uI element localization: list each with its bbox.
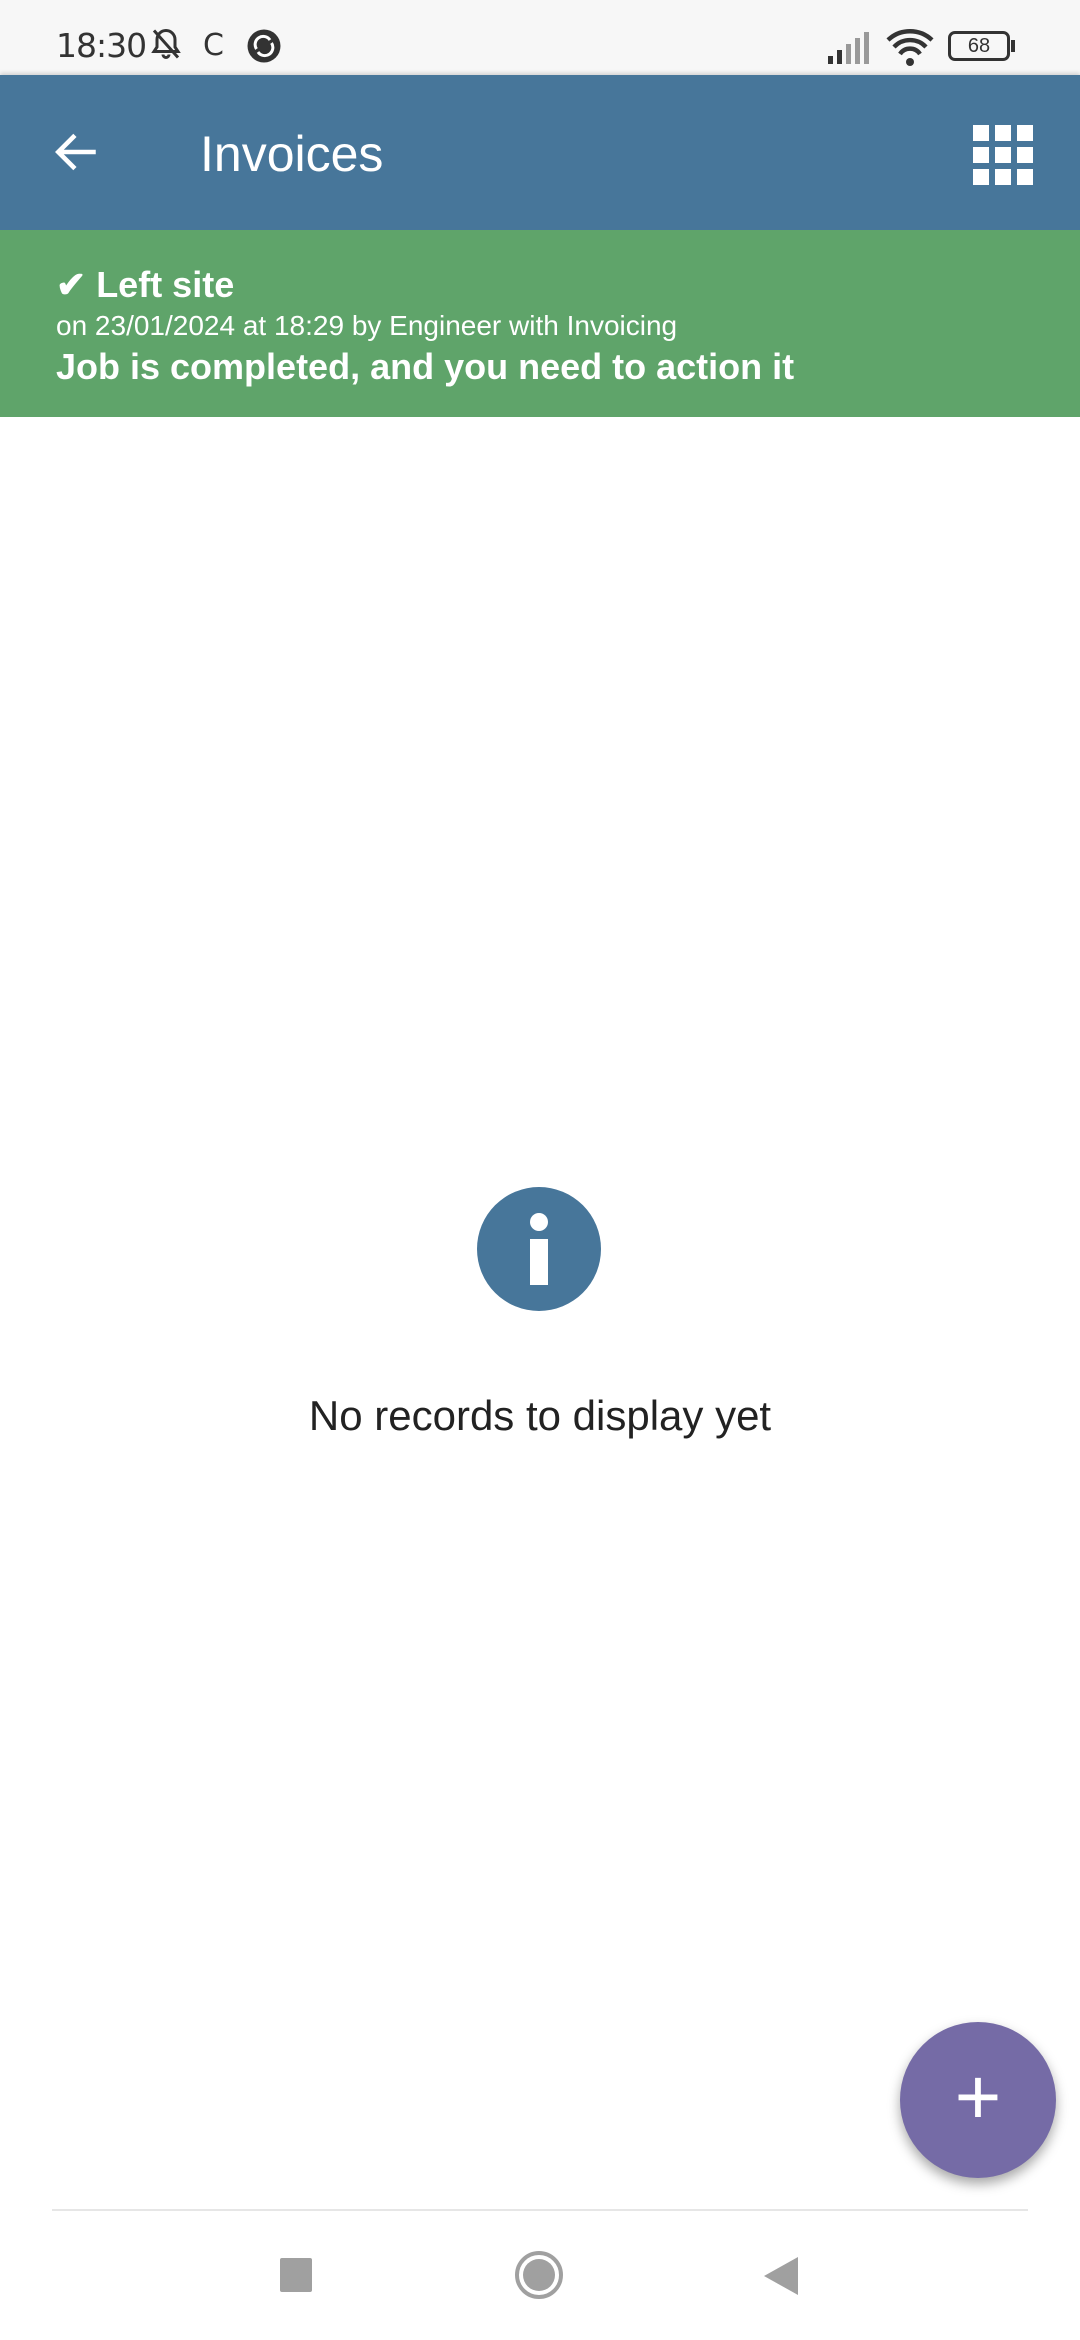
add-invoice-button[interactable]: + <box>900 2022 1056 2178</box>
status-detail: on 23/01/2024 at 18:29 by Engineer with … <box>56 310 678 341</box>
info-icon <box>477 1187 601 1311</box>
page-title: Invoices <box>200 126 384 182</box>
grid-icon[interactable] <box>973 125 1033 185</box>
bell-off-icon <box>151 28 181 59</box>
empty-state-text: No records to display yet <box>308 1392 772 1439</box>
arrow-left-icon[interactable] <box>52 127 102 177</box>
app-icon <box>247 29 281 63</box>
status-bar: 18:30 C 68 <box>0 0 1080 75</box>
check-icon: ✔ <box>56 264 87 305</box>
home-button[interactable] <box>515 2251 563 2299</box>
back-button[interactable] <box>764 2257 798 2295</box>
battery-level: 68 <box>967 35 991 57</box>
recents-button[interactable] <box>280 2258 312 2292</box>
job-status-banner: ✔ Left site on 23/01/2024 at 18:29 by En… <box>0 230 1080 417</box>
carrier-icon: C <box>203 28 224 63</box>
status-time: 18:30 <box>56 26 147 65</box>
signal-icon <box>828 32 869 64</box>
status-message: Job is completed, and you need to action… <box>56 346 795 387</box>
battery-tip <box>1011 40 1015 52</box>
status-label: Left site <box>96 264 235 305</box>
wifi-icon <box>886 29 934 66</box>
status-line: ✔ Left site <box>56 264 234 306</box>
app-bar: Invoices <box>0 75 1080 230</box>
battery-icon: 68 <box>948 31 1010 61</box>
divider <box>52 2209 1028 2211</box>
